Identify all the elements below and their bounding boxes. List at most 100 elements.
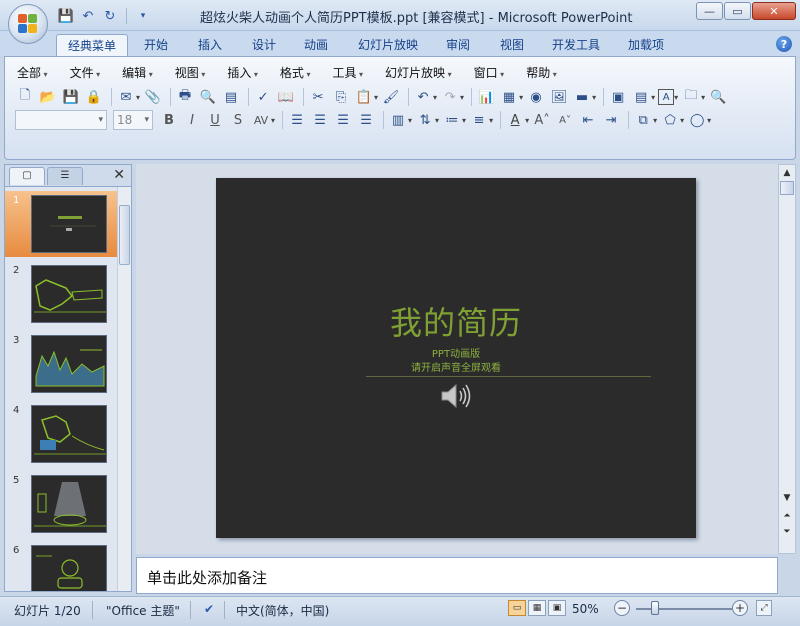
chevron-down-icon[interactable]: ▾ (374, 93, 378, 102)
decrease-font-icon[interactable]: A˅ (555, 110, 575, 130)
slide-subtitle[interactable]: PPT动画版 (216, 345, 696, 360)
print-preview-icon[interactable]: 🔍 (198, 87, 218, 107)
new-icon[interactable]: 🗋 (15, 87, 35, 107)
slides-tab[interactable]: ▢ (9, 167, 45, 185)
slide-thumbnail-5[interactable]: 5 (5, 471, 117, 537)
undo-icon[interactable]: ↶ (413, 87, 433, 107)
chevron-down-icon[interactable]: ▾ (701, 93, 705, 102)
scrollbar-thumb[interactable] (119, 205, 130, 265)
normal-view-button[interactable]: ▭ (508, 600, 526, 616)
layout-icon[interactable]: ▤ (631, 87, 651, 107)
chevron-down-icon[interactable]: ▾ (136, 93, 140, 102)
slide-thumbnail-6[interactable]: 6 (5, 541, 117, 591)
redo-icon[interactable]: ↻ (100, 6, 120, 26)
character-spacing-icon[interactable]: AV (251, 110, 271, 130)
numbering-icon[interactable]: ≔ (442, 110, 462, 130)
notes-pane[interactable]: 单击此处添加备注 (136, 557, 778, 594)
arrange-icon[interactable]: ⧉ (633, 110, 653, 130)
email-icon[interactable]: ✉ (116, 87, 136, 107)
folder-icon[interactable]: 🗀 (681, 87, 701, 107)
permission-icon[interactable]: 🔒 (84, 87, 104, 107)
font-name-combo[interactable] (15, 110, 107, 130)
zoom-out-button[interactable]: − (614, 600, 630, 616)
menu-help[interactable]: 帮助 (526, 64, 557, 84)
justify-icon[interactable]: ☰ (356, 110, 376, 130)
menu-file[interactable]: 文件 (70, 64, 101, 84)
attach-icon[interactable]: 📎 (143, 87, 163, 107)
scroll-down-icon[interactable]: ▼ (780, 491, 794, 505)
spelling-icon[interactable]: ✓ (253, 87, 273, 107)
copy-icon[interactable]: ⎘ (331, 87, 351, 107)
slideshow-view-button[interactable]: ▣ (548, 600, 566, 616)
slide-thumbnail-4[interactable]: 4 (5, 401, 117, 467)
tab-home[interactable]: 开始 (134, 34, 178, 56)
align-center-icon[interactable]: ☰ (310, 110, 330, 130)
customize-qat-icon[interactable]: ▾ (133, 6, 153, 26)
speaker-icon[interactable] (438, 381, 474, 411)
notes-placeholder[interactable]: 单击此处添加备注 (147, 567, 267, 588)
menu-edit[interactable]: 编辑 (122, 64, 153, 84)
page-setup-icon[interactable]: ▤ (221, 87, 241, 107)
zoom-in-button[interactable]: + (732, 600, 748, 616)
fit-to-window-button[interactable]: ⤢ (756, 600, 772, 616)
menu-tools[interactable]: 工具 (332, 64, 363, 84)
bullets-icon[interactable]: ≡ (469, 110, 489, 130)
chevron-down-icon[interactable]: ▾ (408, 116, 412, 125)
office-button[interactable] (8, 4, 48, 44)
text-direction-icon[interactable]: ⇅ (415, 110, 435, 130)
align-left-icon[interactable]: ☰ (287, 110, 307, 130)
current-slide[interactable]: 我的简历 PPT动画版 请开启声音全屏观看 (216, 178, 696, 538)
slide-thumbnail-2[interactable]: 2 (5, 261, 117, 327)
shadow-icon[interactable]: S (228, 110, 248, 130)
tab-slideshow[interactable]: 幻灯片放映 (350, 34, 426, 56)
text-box-icon[interactable]: A (658, 89, 675, 105)
save-icon[interactable]: 💾 (56, 6, 76, 26)
align-right-icon[interactable]: ☰ (333, 110, 353, 130)
menu-view[interactable]: 视图 (175, 64, 206, 84)
picture-icon[interactable]: 🖼 (549, 87, 569, 107)
increase-font-icon[interactable]: A˄ (532, 110, 552, 130)
format-painter-icon[interactable]: 🖌 (381, 87, 401, 107)
table-icon[interactable]: ▦ (499, 87, 519, 107)
close-icon[interactable]: ✕ (113, 167, 125, 183)
restore-button[interactable]: ▭ (724, 2, 751, 20)
zoom-level[interactable]: 50% (572, 602, 599, 616)
next-slide-icon[interactable]: ⏷ (780, 525, 794, 539)
italic-icon[interactable]: I (182, 110, 202, 130)
decrease-indent-icon[interactable]: ⇤ (578, 110, 598, 130)
outline-tab[interactable]: ☰ (47, 167, 83, 185)
chevron-down-icon[interactable]: ▾ (489, 116, 493, 125)
help-icon[interactable]: ? (776, 36, 792, 52)
research-icon[interactable]: 📖 (276, 87, 296, 107)
chevron-down-icon[interactable]: ▾ (435, 116, 439, 125)
slide-sorter-view-button[interactable]: ▦ (528, 600, 546, 616)
shape-fill-icon[interactable]: ◯ (687, 110, 707, 130)
increase-indent-icon[interactable]: ⇥ (601, 110, 621, 130)
scroll-up-icon[interactable]: ▲ (780, 166, 794, 180)
chevron-down-icon[interactable]: ▾ (525, 116, 529, 125)
scrollbar-thumb[interactable] (780, 181, 794, 195)
bold-icon[interactable]: B (159, 110, 179, 130)
chevron-down-icon[interactable]: ▾ (653, 116, 657, 125)
minimize-button[interactable]: — (696, 2, 723, 20)
menu-all[interactable]: 全部 (17, 64, 48, 84)
tab-developer[interactable]: 开发工具 (544, 34, 608, 56)
chevron-down-icon[interactable]: ▾ (680, 116, 684, 125)
tab-classic-menu[interactable]: 经典菜单 (56, 34, 128, 56)
menu-insert[interactable]: 插入 (227, 64, 258, 84)
columns-icon[interactable]: ▥ (388, 110, 408, 130)
chevron-down-icon[interactable]: ▾ (460, 93, 464, 102)
slide-title[interactable]: 我的简历 (216, 298, 696, 344)
font-color-icon[interactable]: A (505, 110, 525, 130)
tab-animation[interactable]: 动画 (294, 34, 338, 56)
chevron-down-icon[interactable]: ▾ (674, 93, 678, 102)
slide-scrollbar[interactable]: ▲ ▼ ⏶ ⏷ (778, 164, 796, 554)
tab-review[interactable]: 审阅 (436, 34, 480, 56)
slide-thumbnail-3[interactable]: 3 (5, 331, 117, 397)
open-icon[interactable]: 📂 (38, 87, 58, 107)
menu-slideshow[interactable]: 幻灯片放映 (385, 64, 452, 84)
chevron-down-icon[interactable]: ▾ (462, 116, 466, 125)
zoom-slider-thumb[interactable] (651, 601, 660, 615)
zoom-icon[interactable]: 🔍 (708, 87, 728, 107)
paste-icon[interactable]: 📋 (354, 87, 374, 107)
